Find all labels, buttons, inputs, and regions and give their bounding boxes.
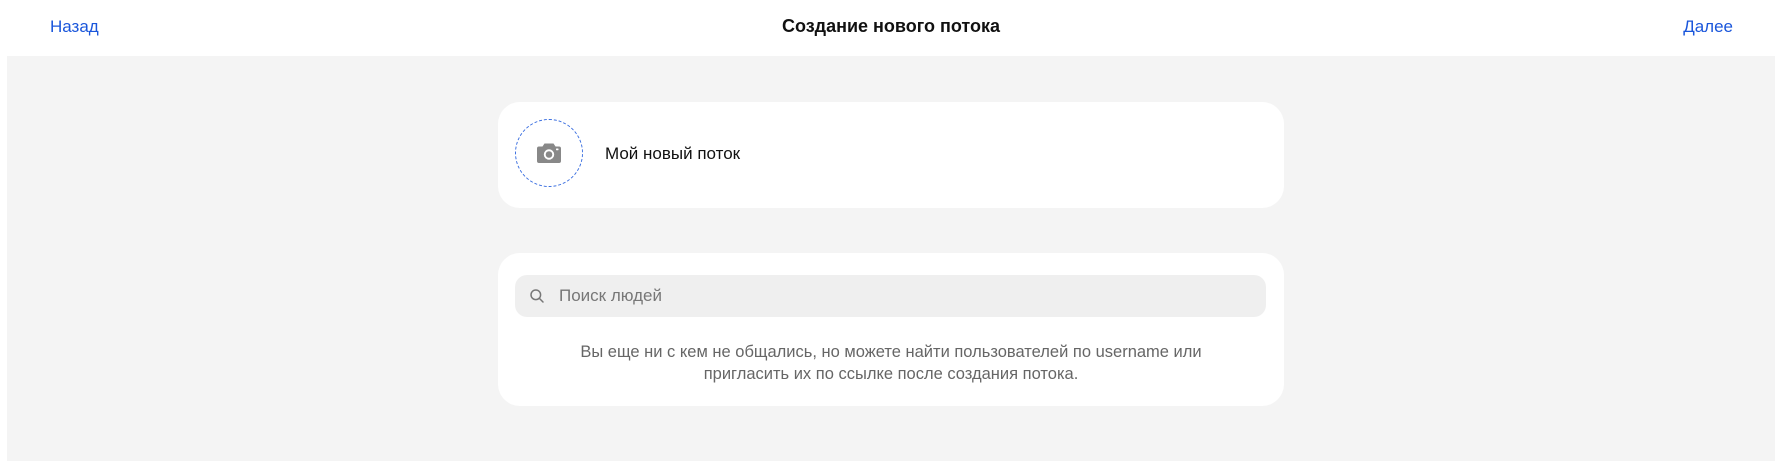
top-bar: Назад Создание нового потока Далее: [7, 0, 1775, 56]
main-content: Мой новый поток Вы еще ни с кем не общал…: [7, 56, 1775, 461]
hint-line-1: Вы еще ни с кем не общались, но можете н…: [580, 343, 1202, 361]
page-title: Создание нового потока: [781, 16, 1001, 36]
window-edge: [0, 0, 7, 461]
next-button[interactable]: Далее: [1683, 17, 1733, 37]
camera-icon: [537, 143, 561, 163]
stream-name-text[interactable]: Мой новый поток: [605, 144, 740, 164]
stream-info-card: Мой новый поток: [498, 102, 1284, 208]
people-search-card: Вы еще ни с кем не общались, но можете н…: [498, 253, 1284, 406]
empty-contacts-hint: Вы еще ни с кем не общались, но можете н…: [568, 341, 1214, 385]
search-icon: [530, 289, 544, 303]
avatar-upload-button[interactable]: [515, 119, 583, 187]
search-field[interactable]: [515, 275, 1266, 317]
search-input[interactable]: [559, 275, 1249, 317]
hint-line-2: пригласить их по ссылке после создания п…: [703, 365, 1079, 383]
